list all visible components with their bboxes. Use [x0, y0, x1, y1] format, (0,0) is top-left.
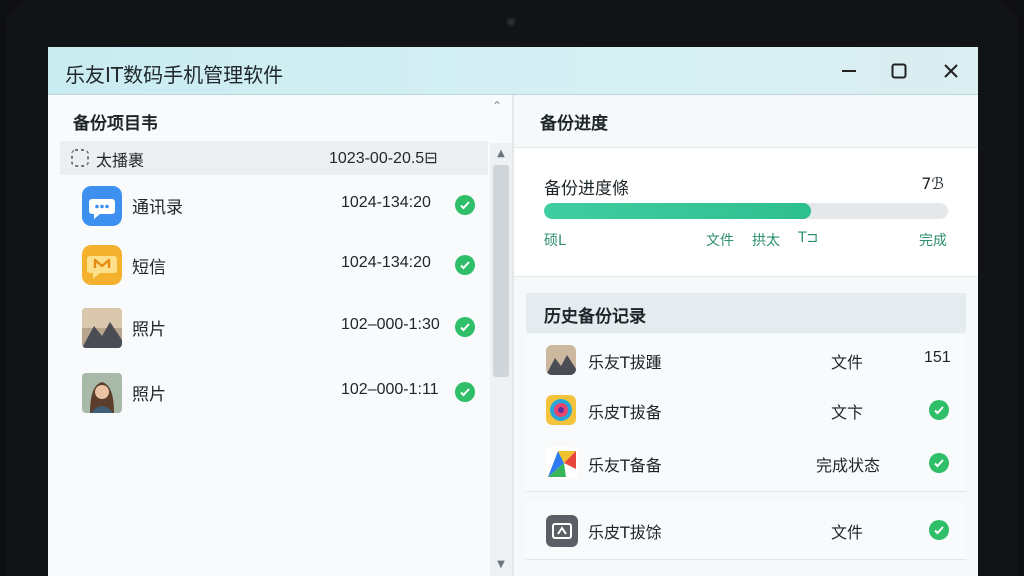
mountain-photo-icon: [546, 345, 576, 375]
history-row[interactable]: 乐友T备备 完成状态: [526, 435, 966, 492]
backup-items-header: 备份项目韦: [73, 114, 158, 134]
progress-step: 拱太: [752, 233, 780, 249]
close-icon: [944, 64, 958, 78]
collapse-caret-icon[interactable]: ⌃: [492, 99, 502, 113]
maximize-button[interactable]: [882, 56, 916, 86]
progress-step: 硕L: [544, 233, 566, 249]
scroll-thumb[interactable]: [493, 165, 509, 377]
title-bar: 乐友IT数码手机管理软件: [48, 47, 978, 95]
item-date: 102‒000-1:30: [341, 316, 440, 333]
item-name: 太播裹: [96, 151, 145, 170]
history-name: 乐皮T拔备: [588, 403, 662, 422]
sms-icon: [82, 245, 122, 285]
history-row[interactable]: 乐皮T拔馀 文件: [526, 501, 966, 560]
item-date: 1024-134:20: [341, 254, 431, 271]
history-name: 乐皮T拔馀: [588, 523, 662, 542]
progress-card: 备份进度條 7ℬ 硕L 文件 拱太 T⊐ 完成: [514, 147, 978, 277]
check-icon: [929, 520, 949, 540]
webcam: [506, 17, 516, 27]
check-icon: [455, 317, 475, 337]
close-button[interactable]: [934, 56, 968, 86]
check-icon: [455, 382, 475, 402]
sync-arrows-icon: [546, 515, 578, 547]
progress-step: 完成: [919, 233, 947, 249]
item-name: 通讯录: [132, 198, 183, 218]
check-icon: [929, 400, 949, 420]
colorful-app-icon: [546, 447, 578, 479]
maximize-icon: [891, 63, 907, 79]
camera-lens-icon: [546, 395, 576, 425]
check-icon: [455, 255, 475, 275]
history-name: 乐友T备备: [588, 456, 662, 475]
scrollbar[interactable]: ▲ ▼: [490, 143, 512, 576]
progress-header: 备份进度: [540, 114, 608, 134]
scroll-down-icon[interactable]: ▼: [493, 558, 509, 572]
progress-step: T⊐: [798, 230, 819, 246]
history-type: 完成状态: [816, 456, 881, 475]
item-date: 102‒000-1:11: [341, 381, 439, 398]
item-name: 短信: [132, 258, 166, 278]
list-item[interactable]: 照片 102‒000-1:30: [60, 299, 488, 355]
progress-bar: [544, 203, 948, 219]
contacts-chat-icon: [82, 186, 122, 226]
minimize-button[interactable]: [832, 56, 866, 86]
list-item[interactable]: 通讯录 1024-134:20: [60, 177, 488, 233]
history-header: 历史备份记录: [526, 293, 966, 333]
item-name: 照片: [132, 385, 166, 405]
progress-title: 备份进度條: [544, 179, 629, 199]
list-item[interactable]: 太播裹 1023-00-20.5⊟: [60, 141, 488, 175]
progress-percent: 7ℬ: [921, 174, 944, 193]
item-date: 1024-134:20: [341, 194, 431, 211]
list-item[interactable]: 短信 1024-134:20: [60, 237, 488, 293]
history-type: 文卞: [831, 403, 864, 422]
scroll-up-icon[interactable]: ▲: [493, 147, 509, 161]
history-row[interactable]: 乐友T拔踵 文件 151: [526, 335, 966, 386]
item-date: 1023-00-20.5⊟: [329, 150, 438, 167]
item-name: 照片: [132, 320, 166, 340]
mountain-photo-icon: [82, 308, 122, 348]
backup-items-panel: 备份项目韦 ⌃ 太播裹 1023-00-20.5⊟ 通讯录 1024-134:2…: [48, 95, 512, 576]
window-title: 乐友IT数码手机管理软件: [65, 63, 284, 87]
portrait-photo-icon: [82, 373, 122, 413]
history-type: 文件: [831, 523, 864, 542]
history-name: 乐友T拔踵: [588, 353, 662, 372]
minimize-icon: [842, 70, 856, 72]
list-item[interactable]: 照片 102‒000-1:11: [60, 363, 488, 419]
dashed-square-icon: [71, 149, 89, 167]
check-icon: [929, 453, 949, 473]
history-count: 151: [924, 349, 951, 366]
history-row[interactable]: 乐皮T拔备 文卞: [526, 385, 966, 436]
progress-bar-fill: [544, 203, 811, 219]
history-title: 历史备份记录: [544, 307, 646, 327]
history-type: 文件: [831, 353, 864, 372]
backup-progress-panel: 备份进度 备份进度條 7ℬ 硕L 文件 拱太 T⊐ 完成 历史备份记录 乐友T拔…: [514, 95, 978, 576]
progress-step: 文件: [706, 233, 734, 249]
app-window: 乐友IT数码手机管理软件 备份项目韦 ⌃ 太播裹 1023-00-20.5⊟ 通…: [48, 47, 978, 576]
check-icon: [455, 195, 475, 215]
